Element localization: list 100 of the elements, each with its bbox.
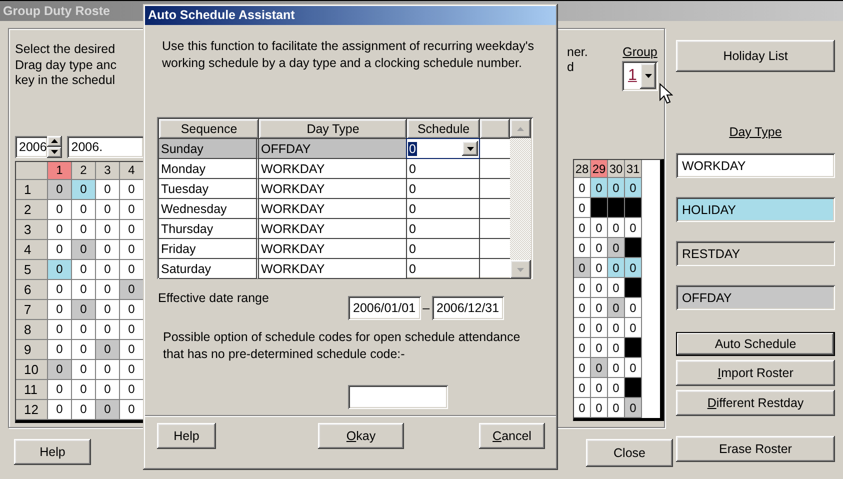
table-cell[interactable]: Monday (159, 159, 259, 179)
grid-cell[interactable]: 0 (625, 218, 642, 238)
erase-roster-button[interactable]: Erase Roster (676, 436, 835, 462)
grid-cell[interactable] (608, 198, 625, 218)
grid-cell[interactable]: 0 (48, 380, 72, 400)
action-button[interactable]: Auto Schedule (676, 332, 835, 356)
row-header[interactable]: 2 (16, 200, 48, 220)
grid-cell[interactable]: 0 (574, 178, 591, 198)
grid-cell[interactable]: 0 (48, 280, 72, 300)
grid-cell[interactable]: 0 (96, 180, 120, 200)
grid-cell[interactable]: 0 (96, 360, 120, 380)
grid-cell[interactable]: 0 (48, 340, 72, 360)
day-header[interactable]: 4 (120, 162, 144, 180)
grid-cell[interactable]: 0 (72, 340, 96, 360)
help-button[interactable]: Help (14, 439, 91, 465)
grid-cell[interactable]: 0 (591, 378, 608, 398)
grid-cell[interactable]: 0 (591, 258, 608, 278)
grid-cell[interactable]: 0 (72, 280, 96, 300)
grid-cell[interactable]: 0 (120, 240, 144, 260)
day-header[interactable]: 29 (591, 160, 608, 178)
grid-cell[interactable]: 0 (120, 340, 144, 360)
row-header[interactable]: 5 (16, 260, 48, 280)
row-header[interactable]: 11 (16, 380, 48, 400)
day-header[interactable]: 1 (48, 162, 72, 180)
grid-cell[interactable]: 0 (608, 258, 625, 278)
grid-cell[interactable]: 0 (120, 400, 144, 420)
grid-cell[interactable]: 0 (574, 258, 591, 278)
grid-cell[interactable]: 0 (574, 218, 591, 238)
grid-cell[interactable]: 0 (48, 200, 72, 220)
column-header[interactable]: Day Type (259, 119, 407, 139)
grid-cell[interactable]: 0 (608, 218, 625, 238)
grid-cell[interactable]: 0 (96, 340, 120, 360)
grid-cell[interactable]: 0 (625, 298, 642, 318)
table-cell[interactable]: Friday (159, 239, 259, 259)
grid-cell[interactable]: 0 (72, 380, 96, 400)
schedule-dropdown[interactable]: 0 (407, 139, 479, 158)
grid-cell[interactable]: 0 (574, 358, 591, 378)
grid-cell[interactable]: 0 (48, 300, 72, 320)
row-header[interactable]: 10 (16, 360, 48, 380)
day-header[interactable]: 3 (96, 162, 120, 180)
table-cell[interactable]: 0 (407, 199, 480, 219)
grid-cell[interactable]: 0 (574, 378, 591, 398)
grid-cell[interactable]: 0 (591, 218, 608, 238)
grid-cell[interactable]: 0 (574, 238, 591, 258)
table-cell[interactable]: 0 (407, 239, 480, 259)
grid-cell[interactable]: 0 (608, 398, 625, 418)
grid-cell[interactable]: 0 (574, 198, 591, 218)
row-header[interactable]: 9 (16, 340, 48, 360)
table-cell[interactable]: WORKDAY (259, 259, 407, 279)
grid-cell[interactable]: 0 (608, 178, 625, 198)
year-field[interactable]: 2006 (15, 136, 48, 158)
grid-cell[interactable]: 0 (96, 400, 120, 420)
table-cell[interactable]: Saturday (159, 259, 259, 279)
grid-cell[interactable]: 0 (72, 400, 96, 420)
day-header[interactable]: 28 (574, 160, 591, 178)
grid-cell[interactable]: 0 (625, 358, 642, 378)
grid-cell[interactable]: 0 (72, 180, 96, 200)
date-field[interactable]: 2006. (67, 136, 144, 158)
table-cell[interactable]: 0 (407, 179, 480, 199)
row-header[interactable]: 12 (16, 400, 48, 420)
grid-cell[interactable] (591, 198, 608, 218)
grid-cell[interactable]: 0 (96, 380, 120, 400)
grid-cell[interactable]: 0 (625, 318, 642, 338)
dialog-button[interactable]: Okay (318, 423, 404, 449)
grid-cell[interactable]: 0 (120, 280, 144, 300)
grid-cell[interactable]: 0 (574, 298, 591, 318)
grid-cell[interactable]: 0 (120, 260, 144, 280)
day-type-swatch[interactable]: OFFDAY (676, 285, 835, 310)
group-dropdown[interactable]: 1 (622, 61, 658, 91)
row-header[interactable]: 6 (16, 280, 48, 300)
date-to-field[interactable]: 2006/12/31 (432, 296, 504, 320)
dialog-button[interactable]: Help (157, 423, 216, 449)
table-cell[interactable]: OFFDAY (259, 139, 407, 159)
grid-cell[interactable]: 0 (608, 378, 625, 398)
grid-cell[interactable]: 0 (48, 240, 72, 260)
table-cell[interactable]: 0 (407, 259, 480, 279)
grid-cell[interactable]: 0 (96, 320, 120, 340)
row-header[interactable]: 8 (16, 320, 48, 340)
grid-cell[interactable]: 0 (625, 258, 642, 278)
grid-cell[interactable]: 0 (608, 358, 625, 378)
table-cell[interactable]: WORKDAY (259, 219, 407, 239)
grid-cell[interactable]: 0 (608, 278, 625, 298)
date-from-field[interactable]: 2006/01/01 (348, 296, 421, 320)
grid-cell[interactable]: 0 (48, 400, 72, 420)
column-header[interactable]: Sequence (159, 119, 259, 139)
grid-cell[interactable]: 0 (120, 180, 144, 200)
grid-cell[interactable]: 0 (48, 320, 72, 340)
grid-cell[interactable]: 0 (591, 298, 608, 318)
grid-cell[interactable]: 0 (591, 278, 608, 298)
grid-cell[interactable]: 0 (120, 200, 144, 220)
grid-cell[interactable]: 0 (96, 280, 120, 300)
grid-cell[interactable]: 0 (591, 398, 608, 418)
grid-cell[interactable]: 0 (591, 358, 608, 378)
grid-cell[interactable]: 0 (72, 260, 96, 280)
dialog-button[interactable]: Cancel (479, 423, 545, 449)
grid-cell[interactable]: 0 (574, 278, 591, 298)
row-header[interactable]: 3 (16, 220, 48, 240)
grid-cell[interactable]: 0 (120, 320, 144, 340)
row-header[interactable]: 4 (16, 240, 48, 260)
grid-cell[interactable]: 0 (120, 360, 144, 380)
